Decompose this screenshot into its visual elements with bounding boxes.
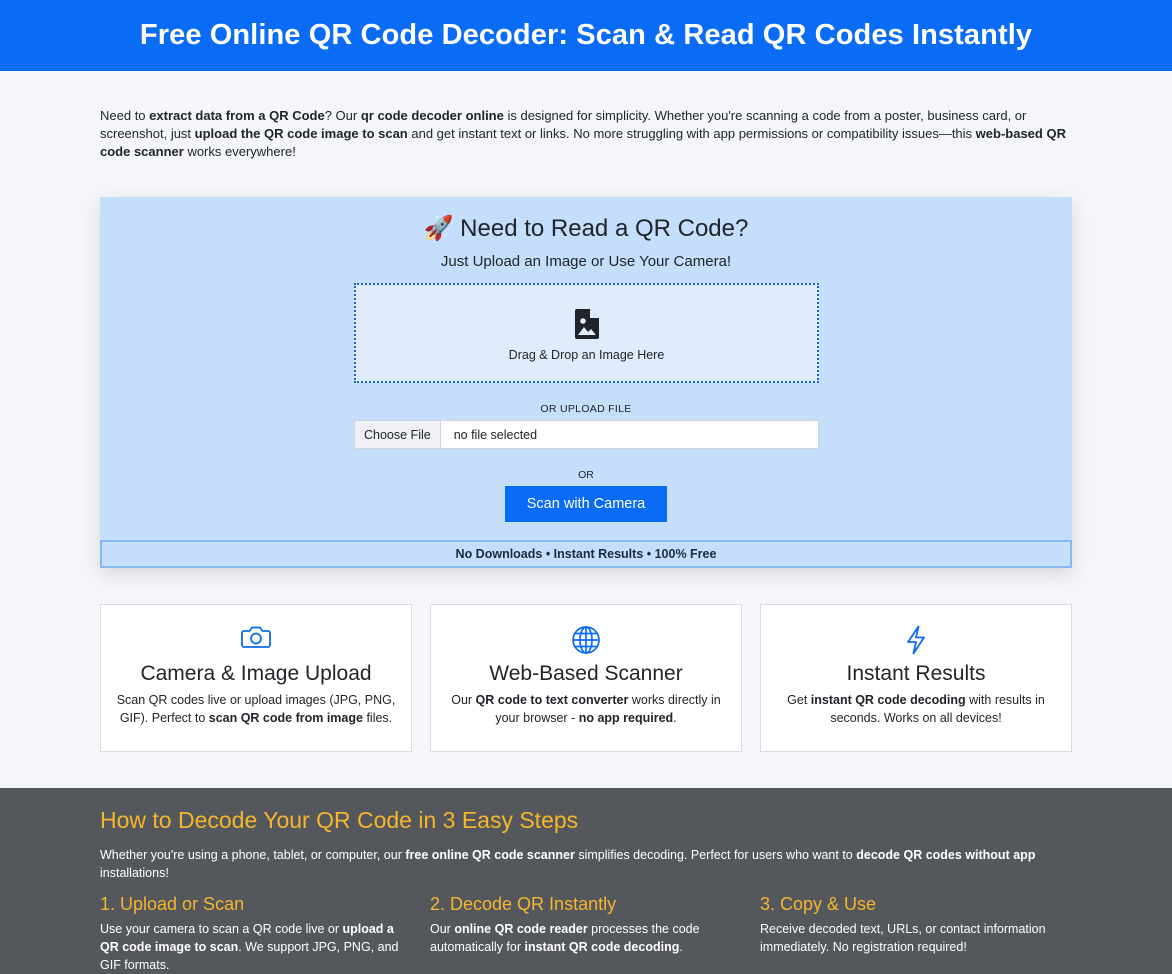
site-header: Free Online QR Code Decoder: Scan & Read…: [0, 0, 1172, 71]
step-description: Use your camera to scan a QR code live o…: [100, 920, 400, 974]
intro-bold: qr code decoder online: [360, 108, 504, 123]
step-description: Receive decoded text, URLs, or contact i…: [760, 920, 1060, 956]
scanner-subtitle: Just Upload an Image or Use Your Camera!: [440, 253, 732, 270]
intro-paragraph: Need to extract data from a QR Code? Our…: [100, 107, 1072, 161]
camera-icon: [101, 625, 411, 649]
feature-card-web-scanner: Web-Based Scanner Our QR code to text co…: [430, 604, 742, 752]
file-status-text: no file selected: [453, 427, 538, 442]
intro-text: ? Our: [324, 108, 361, 123]
how-to-text: Whether you're using a phone, tablet, or…: [100, 848, 406, 862]
step-upload-or-scan: 1. Upload or Scan Use your camera to sca…: [100, 894, 400, 974]
step-text: .: [679, 940, 683, 954]
intro-bold: extract data from a QR Code: [149, 108, 325, 123]
feature-title: Web-Based Scanner: [489, 662, 683, 685]
intro-text: Need to: [100, 108, 150, 123]
step-decode-instantly: 2. Decode QR Instantly Our online QR cod…: [430, 894, 730, 956]
page-title: Free Online QR Code Decoder: Scan & Read…: [139, 19, 1033, 51]
step-bold: instant QR code decoding: [524, 940, 680, 954]
feature-card-instant-results: Instant Results Get instant QR code deco…: [760, 604, 1072, 752]
how-to-section: How to Decode Your QR Code in 3 Easy Ste…: [0, 788, 1172, 974]
feature-text: Get: [787, 693, 811, 707]
or-divider-label: OR: [578, 469, 594, 481]
feature-description: Our QR code to text converter works dire…: [445, 691, 727, 727]
how-to-text: installations!: [100, 866, 169, 880]
intro-bold: upload the QR code image to scan: [194, 126, 408, 141]
feature-card-camera-upload: Camera & Image Upload Scan QR codes live…: [100, 604, 412, 752]
how-to-text: simplifies decoding. Perfect for users w…: [574, 848, 857, 862]
image-dropzone[interactable]: Drag & Drop an Image Here: [354, 283, 819, 383]
how-to-bold: free online QR code scanner: [405, 848, 575, 862]
scanner-panel: 🚀 Need to Read a QR Code? Just Upload an…: [100, 197, 1072, 568]
globe-icon: [431, 625, 741, 655]
benefits-banner: No Downloads • Instant Results • 100% Fr…: [100, 540, 1072, 568]
step-copy-and-use: 3. Copy & Use Receive decoded text, URLs…: [760, 894, 1060, 956]
intro-text: works everywhere!: [183, 144, 296, 159]
scanner-title: 🚀 Need to Read a QR Code?: [423, 215, 749, 242]
feature-text: files.: [362, 711, 393, 725]
step-title: 3. Copy & Use: [760, 894, 877, 914]
step-text: Use your camera to scan a QR code live o…: [100, 922, 343, 936]
feature-bold: QR code to text converter: [475, 693, 629, 707]
dropzone-label: Drag & Drop an Image Here: [508, 348, 665, 362]
step-title: 1. Upload or Scan: [100, 894, 245, 914]
lightning-icon: [761, 625, 1071, 655]
feature-title: Instant Results: [846, 662, 986, 685]
step-title: 2. Decode QR Instantly: [430, 894, 617, 914]
step-text: Our: [430, 922, 455, 936]
intro-text: and get instant text or links. No more s…: [407, 126, 976, 141]
feature-text: .: [673, 711, 677, 725]
step-bold: online QR code reader: [454, 922, 588, 936]
feature-bold: scan QR code from image: [208, 711, 363, 725]
feature-bold: no app required: [578, 711, 674, 725]
step-description: Our online QR code reader processes the …: [430, 920, 730, 956]
feature-bold: instant QR code decoding: [810, 693, 966, 707]
feature-text: Our: [451, 693, 476, 707]
image-file-icon: [575, 309, 599, 344]
step-text: Receive decoded text, URLs, or contact i…: [760, 922, 1046, 954]
how-to-title: How to Decode Your QR Code in 3 Easy Ste…: [100, 807, 579, 833]
or-upload-label: OR UPLOAD FILE: [540, 403, 632, 415]
feature-title: Camera & Image Upload: [140, 662, 372, 685]
how-to-intro: Whether you're using a phone, tablet, or…: [100, 846, 1072, 882]
scan-with-camera-button[interactable]: Scan with Camera: [505, 486, 667, 522]
file-input[interactable]: Choose File no file selected: [354, 420, 819, 449]
feature-description: Scan QR codes live or upload images (JPG…: [115, 691, 397, 727]
how-to-bold: decode QR codes without app: [856, 848, 1036, 862]
feature-description: Get instant QR code decoding with result…: [775, 691, 1057, 727]
choose-file-button[interactable]: Choose File: [355, 421, 441, 448]
